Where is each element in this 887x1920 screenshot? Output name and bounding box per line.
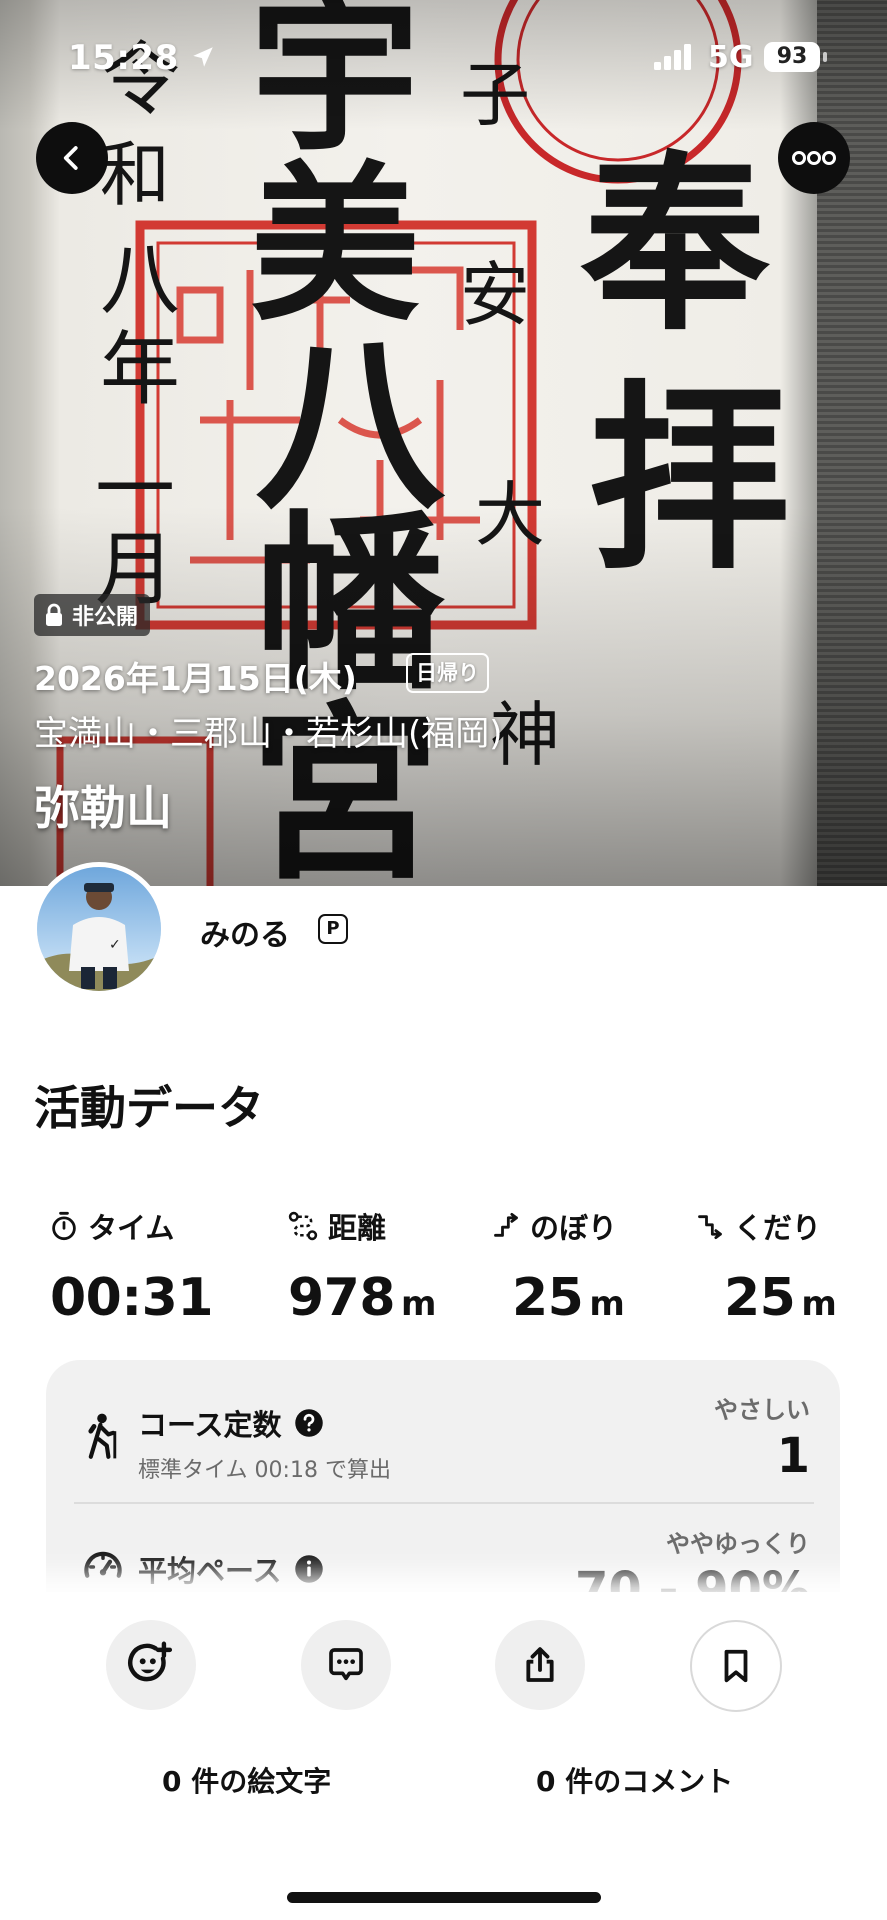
course-constant-label: コース定数 bbox=[138, 1408, 282, 1442]
activity-date: 2026年1月15日(木) bbox=[34, 659, 357, 698]
emoji-count[interactable]: 0 件の絵文字 bbox=[162, 1760, 331, 1800]
stat-time-label: タイム bbox=[88, 1211, 175, 1245]
add-reaction-icon bbox=[128, 1641, 173, 1682]
stat-distance-value: 978 bbox=[288, 1268, 396, 1328]
trip-type-badge: 日帰り bbox=[406, 653, 489, 693]
signal-icon bbox=[654, 44, 691, 70]
premium-badge: P bbox=[318, 914, 348, 944]
visibility-badge: 非公開 bbox=[34, 594, 151, 636]
avatar[interactable]: ✓ bbox=[32, 862, 166, 996]
visibility-label: 非公開 bbox=[72, 605, 139, 630]
action-bar: 0 件の絵文字 0 件のコメント bbox=[0, 1592, 887, 1920]
add-emoji-button[interactable] bbox=[106, 1620, 196, 1710]
home-indicator[interactable] bbox=[287, 1892, 601, 1903]
speedometer-icon bbox=[84, 1551, 122, 1578]
back-button[interactable] bbox=[36, 122, 108, 194]
stat-time: タイム 00:31 bbox=[50, 1206, 250, 1328]
stat-ascent-unit: m bbox=[589, 1284, 625, 1324]
info-icon[interactable] bbox=[294, 1554, 324, 1584]
battery-level: 93 bbox=[764, 42, 820, 72]
descent-icon bbox=[698, 1215, 722, 1240]
activity-data-heading: 活動データ bbox=[34, 1081, 264, 1135]
more-options-button[interactable] bbox=[778, 122, 850, 194]
stat-descent-value: 25 bbox=[724, 1268, 796, 1328]
stat-ascent: のぼり 25 m bbox=[492, 1206, 692, 1328]
timer-icon bbox=[52, 1211, 76, 1241]
username[interactable]: みのる bbox=[200, 910, 290, 954]
network-type: 5G bbox=[708, 40, 754, 75]
average-pace-label: 平均ペース bbox=[138, 1554, 282, 1588]
bookmark-button[interactable] bbox=[690, 1620, 782, 1712]
activity-title: 弥勒山 bbox=[34, 781, 172, 835]
battery-tip bbox=[823, 52, 827, 62]
more-dots-icon bbox=[792, 151, 836, 165]
stat-descent-label: くだり bbox=[734, 1211, 822, 1245]
share-icon bbox=[526, 1647, 554, 1682]
stat-ascent-value: 25 bbox=[512, 1268, 584, 1328]
location-arrow-icon bbox=[193, 47, 213, 67]
stat-distance-unit: m bbox=[401, 1284, 436, 1324]
comment-icon bbox=[329, 1648, 363, 1681]
stat-distance: 距離 978 m bbox=[288, 1206, 488, 1328]
course-constant-subtitle: 標準タイム 00:18 で算出 bbox=[138, 1458, 391, 1483]
stat-time-value: 00:31 bbox=[50, 1268, 214, 1328]
course-constant-value: 1 bbox=[776, 1428, 810, 1484]
stat-descent-unit: m bbox=[801, 1284, 837, 1324]
chevron-left-icon bbox=[63, 146, 78, 170]
svg-text:✓: ✓ bbox=[109, 937, 121, 953]
comment-button[interactable] bbox=[301, 1620, 391, 1710]
mountain-area[interactable]: 宝満山・三郡山・若杉山(福岡) bbox=[34, 706, 503, 755]
ascent-icon bbox=[494, 1212, 518, 1237]
average-pace-title[interactable]: 平均ペース bbox=[138, 1548, 324, 1590]
route-icon bbox=[288, 1211, 318, 1241]
hiker-icon bbox=[88, 1413, 117, 1459]
card-divider bbox=[74, 1502, 814, 1504]
share-button[interactable] bbox=[495, 1620, 585, 1710]
bookmark-icon bbox=[724, 1649, 748, 1683]
average-pace-rating: ややゆっくり bbox=[666, 1530, 810, 1558]
avatar-photo: ✓ bbox=[37, 867, 161, 991]
stat-descent: くだり 25 m bbox=[696, 1206, 887, 1328]
comment-count[interactable]: 0 件のコメント bbox=[536, 1760, 733, 1800]
status-bar: 15:28 5G 93 bbox=[0, 0, 887, 110]
status-time: 15:28 bbox=[68, 38, 179, 78]
stat-ascent-label: のぼり bbox=[530, 1211, 618, 1245]
course-constant-rating: やさしい bbox=[714, 1396, 810, 1424]
course-constant-title[interactable]: コース定数 bbox=[138, 1402, 324, 1444]
help-icon[interactable] bbox=[294, 1408, 324, 1438]
lock-icon bbox=[46, 603, 62, 626]
stat-distance-label: 距離 bbox=[328, 1211, 387, 1245]
